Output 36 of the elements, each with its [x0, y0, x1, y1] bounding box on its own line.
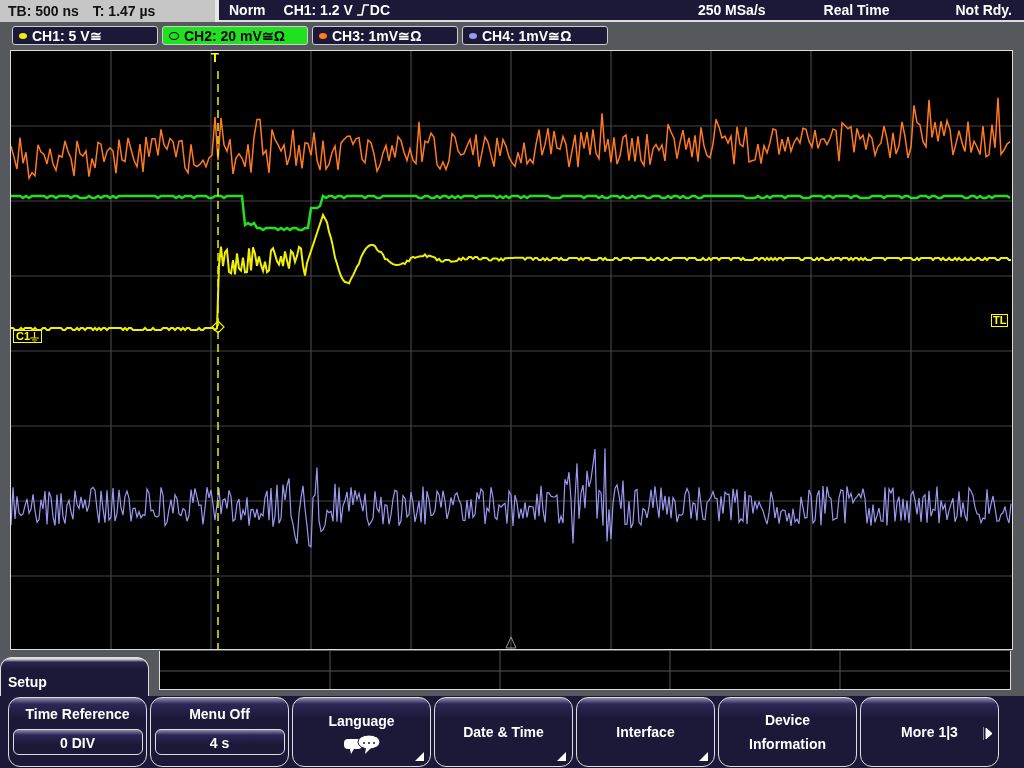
softkey-button[interactable]: Language — [292, 697, 431, 767]
timebase-readout: TB: 500 ns — [8, 3, 79, 19]
value-field[interactable]: 0 DIV — [12, 729, 143, 755]
trigger-marker: T — [211, 52, 219, 63]
speech-bubbles-icon — [341, 733, 382, 755]
softkey-label: Time Reference — [25, 705, 130, 724]
channel-tab[interactable]: CH1: 5 V≅ — [12, 26, 158, 45]
next-page-icon — [983, 727, 992, 740]
trigger-mode-readout: Norm — [229, 2, 266, 18]
softkey-button[interactable]: More 1|3 — [860, 697, 999, 767]
submenu-corner-icon — [415, 752, 424, 761]
softkey-button[interactable]: Time Reference 0 DIV — [8, 697, 147, 767]
coupling-readout: DC — [369, 2, 391, 18]
center-marker — [505, 636, 517, 649]
trigger-level-marker: TL — [991, 314, 1009, 327]
trigger-time-readout: T: 1.47 µs — [92, 3, 156, 19]
softkey-label: Menu Off — [189, 705, 250, 724]
ground-icon — [30, 331, 40, 342]
submenu-corner-icon — [557, 752, 566, 761]
status-readout: Not Rdy. — [955, 2, 1012, 18]
softkey-button[interactable]: Menu Off 4 s — [150, 697, 289, 767]
rising-edge-icon — [356, 4, 369, 16]
channel-tab[interactable]: CH2: 20 mV≅Ω — [162, 26, 308, 45]
softkey-button[interactable]: Device Information — [718, 697, 857, 767]
acquisition-mode-readout: Real Time — [823, 2, 890, 18]
channel-tab[interactable]: CH4: 1mV≅Ω — [462, 26, 608, 45]
trigger-point-marker — [211, 320, 225, 334]
trigger-source-readout: CH1: 1.2 V — [283, 2, 353, 18]
sample-rate-readout: 250 MSa/s — [697, 2, 766, 18]
value-field[interactable]: 4 s — [154, 729, 285, 755]
channel-tab[interactable]: CH3: 1mV≅Ω — [312, 26, 458, 45]
softkey-label: Language — [328, 712, 395, 731]
softkey-button[interactable]: Interface — [576, 697, 715, 767]
channel-label: C1 — [16, 331, 31, 342]
submenu-corner-icon — [699, 752, 708, 761]
softkey-button[interactable]: Date & Time — [434, 697, 573, 767]
